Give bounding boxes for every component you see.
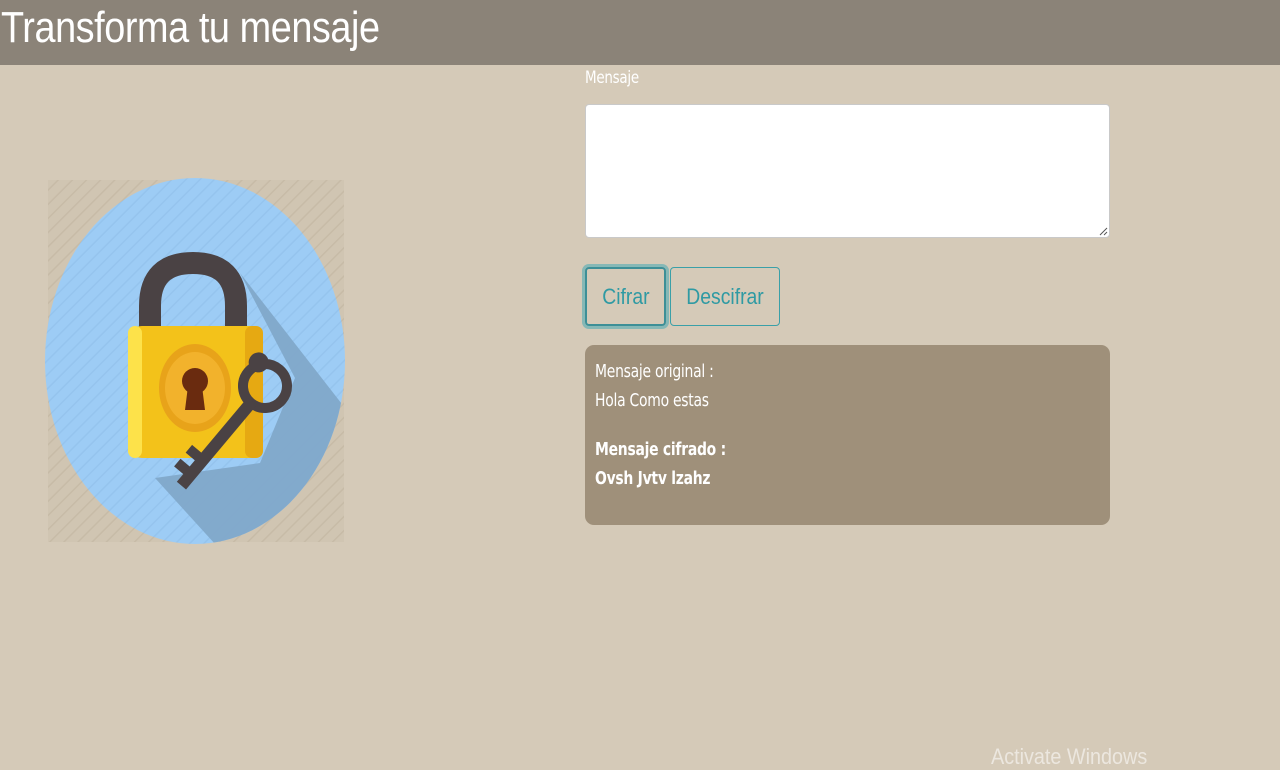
message-label: Mensaje [585,68,639,88]
message-input[interactable] [585,104,1110,238]
decrypt-button-label: Descifrar [686,283,764,309]
encrypted-message-value: Ovsh Jvtv lzahz [595,468,711,489]
encrypt-button-label: Cifrar [601,283,650,309]
encrypt-button[interactable]: Cifrar [585,267,666,326]
activate-windows-watermark: Activate Windows [991,744,1148,769]
decrypt-button[interactable]: Descifrar [670,267,780,326]
page-title: Transforma tu mensaje [1,3,380,52]
original-message-value: Hola Como estas [595,390,709,411]
original-message-label: Mensaje original : [595,361,714,382]
padlock-and-key-icon [45,178,345,544]
header-bar: Transforma tu mensaje [0,0,1280,65]
resize-grip-icon[interactable] [1098,226,1108,236]
result-panel: Mensaje original : Hola Como estas Mensa… [585,345,1110,525]
encrypted-message-label: Mensaje cifrado : [595,439,726,460]
